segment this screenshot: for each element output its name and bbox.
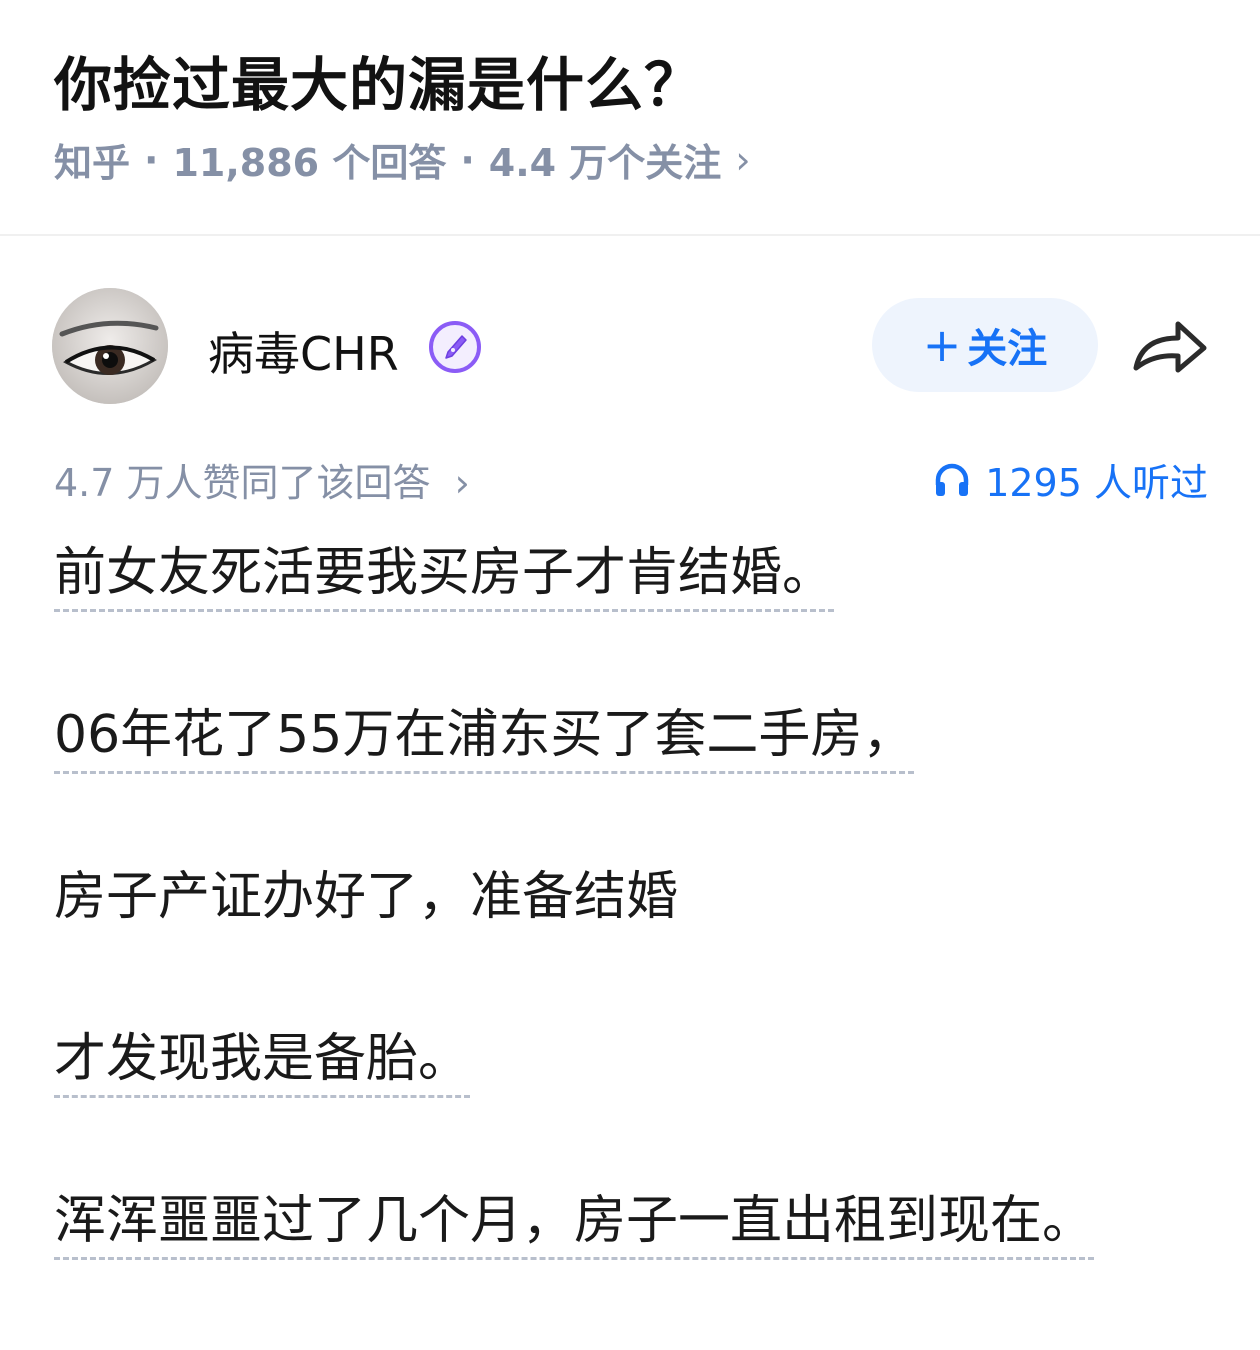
answer-paragraph: 06年花了55万在浦东买了套二手房，	[54, 702, 1214, 774]
highlighted-text[interactable]: 浑浑噩噩过了几个月，房子一直出租到现在。	[54, 1191, 1095, 1260]
answer-paragraph: 前女友死活要我买房子才肯结婚。	[54, 540, 1214, 612]
question-header: 你捡过最大的漏是什么？ 知乎 · 11,886 个回答 · 4.4 万个关注 ›	[0, 0, 1260, 236]
chevron-right-icon: ›	[454, 461, 470, 505]
follow-button[interactable]: + 关注	[872, 298, 1098, 392]
author-name[interactable]: 病毒CHR	[208, 318, 399, 384]
upvote-summary[interactable]: 4.7 万人赞同了该回答 ›	[54, 452, 470, 507]
source-label: 知乎	[54, 141, 131, 185]
follower-count: 4.4 万个关注	[488, 141, 722, 185]
answer-content: 前女友死活要我买房子才肯结婚。 06年花了55万在浦东买了套二手房， 房子产证办…	[54, 540, 1214, 1350]
share-arrow-icon[interactable]	[1132, 316, 1208, 376]
listen-count: 1295 人听过	[985, 461, 1208, 505]
plus-icon: +	[922, 318, 962, 372]
question-meta[interactable]: 知乎 · 11,886 个回答 · 4.4 万个关注 ›	[54, 132, 751, 187]
follow-label: 关注	[967, 326, 1048, 372]
answer-paragraph: 浑浑噩噩过了几个月，房子一直出租到现在。	[54, 1188, 1214, 1260]
avatar-eye-image	[52, 288, 168, 404]
paragraph-text: 房子产证办好了，准备结婚	[54, 867, 679, 927]
author-row: 病毒CHR + 关注	[0, 286, 1260, 406]
chevron-right-icon: ›	[735, 137, 751, 182]
upvote-count: 4.7 万人赞同了该回答	[54, 461, 431, 505]
question-title[interactable]: 你捡过最大的漏是什么？	[54, 38, 703, 122]
stats-row: 4.7 万人赞同了该回答 › 1295 人听过	[0, 448, 1260, 508]
pen-badge-icon	[429, 321, 481, 373]
answer-paragraph: 房子产证办好了，准备结婚	[54, 864, 1214, 930]
answer-paragraph: 才发现我是备胎。	[54, 1026, 1214, 1098]
highlighted-text[interactable]: 才发现我是备胎。	[54, 1029, 471, 1098]
meta-separator: ·	[460, 137, 475, 182]
headphone-icon	[935, 463, 969, 496]
meta-separator: ·	[144, 137, 159, 182]
highlighted-text[interactable]: 前女友死活要我买房子才肯结婚。	[54, 543, 835, 612]
highlighted-text[interactable]: 06年花了55万在浦东买了套二手房，	[54, 705, 915, 774]
answer-count: 11,886 个回答	[172, 141, 447, 185]
listen-button[interactable]: 1295 人听过	[933, 452, 1208, 507]
avatar[interactable]	[52, 288, 168, 404]
